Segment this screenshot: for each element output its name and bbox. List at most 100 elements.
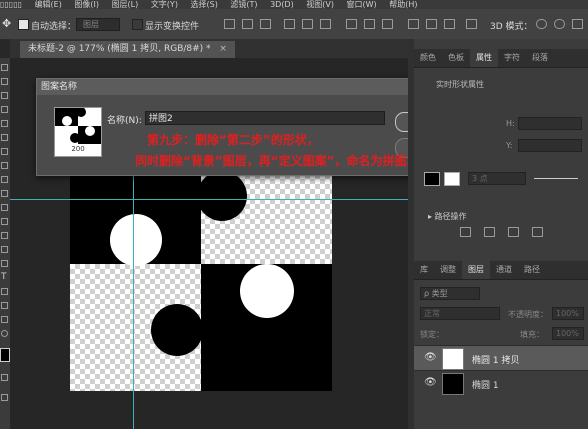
tab-color[interactable]: 颜色 <box>414 49 442 67</box>
gradient-tool-icon[interactable] <box>1 218 8 225</box>
pattern-name-label: 名称(N): <box>107 116 142 126</box>
subtract-shape-icon[interactable] <box>484 227 495 237</box>
dodge-tool-icon[interactable] <box>1 246 8 253</box>
foreground-color-swatch[interactable] <box>0 348 10 362</box>
tab-layers[interactable]: 图层 <box>462 261 490 279</box>
type-tool-icon[interactable]: T <box>1 273 8 282</box>
tab-libraries[interactable]: 库 <box>414 261 434 279</box>
fill-field[interactable]: 100% <box>552 327 584 340</box>
magic-wand-tool-icon[interactable] <box>1 106 8 113</box>
shape-tool-icon[interactable] <box>1 302 8 309</box>
show-transform-checkbox[interactable] <box>132 19 143 30</box>
layer-row[interactable]: 👁 椭圆 1 <box>414 370 588 395</box>
stroke-swatch[interactable] <box>444 172 460 186</box>
align-left-icon[interactable] <box>284 19 295 29</box>
distribute-bottom-icon[interactable] <box>382 19 393 29</box>
pen-tool-icon[interactable] <box>1 260 8 267</box>
marquee-tool-icon[interactable] <box>1 78 8 85</box>
crop-tool-icon[interactable] <box>1 120 8 127</box>
menu-item-help[interactable]: 帮助(H) <box>389 0 417 9</box>
pattern-preview: 200 <box>54 107 102 157</box>
distribute-hcenter-icon[interactable] <box>426 19 437 29</box>
distribute-right-icon[interactable] <box>444 19 455 29</box>
eraser-tool-icon[interactable] <box>1 204 8 211</box>
tab-properties[interactable]: 属性 <box>470 49 498 67</box>
3d-mode-label: 3D 模式： <box>490 22 533 32</box>
align-hcenter-icon[interactable] <box>302 19 313 29</box>
close-icon[interactable]: × <box>219 44 227 54</box>
y-field[interactable] <box>518 139 582 152</box>
layer-name[interactable]: 椭圆 1 <box>472 378 499 391</box>
distribute-vcenter-icon[interactable] <box>364 19 375 29</box>
opacity-field[interactable]: 100% <box>552 307 584 320</box>
auto-select-checkbox[interactable] <box>18 19 29 30</box>
hand-tool-icon[interactable] <box>1 316 8 323</box>
menu-item-view[interactable]: 视图(V) <box>306 0 334 9</box>
vertical-guide[interactable] <box>133 174 134 429</box>
pattern-preview-image <box>55 108 101 144</box>
menu-item-image[interactable]: 图像(I) <box>74 0 99 9</box>
eye-icon[interactable]: 👁 <box>424 352 437 363</box>
menu-item-edit[interactable]: 编辑(E) <box>35 0 62 9</box>
horizontal-guide[interactable] <box>10 199 408 200</box>
document-tab[interactable]: 未标题-2 @ 177% (椭圆 1 拷贝, RGB/8#) * × <box>20 41 235 58</box>
menu-item-file[interactable]: ▯▯▯▯▯ <box>0 0 22 9</box>
screen-mode-icon[interactable] <box>1 394 8 401</box>
quick-mask-icon[interactable] <box>1 374 8 381</box>
pattern-size-label: 200 <box>71 145 85 153</box>
layer-name[interactable]: 椭圆 1 拷贝 <box>472 353 519 366</box>
instruction-line-2: 同时删除“背景”图层，再“定义图案”，命名为拼图2 <box>135 154 415 168</box>
intersect-shapes-icon[interactable] <box>508 227 519 237</box>
path-operations-text: 路径操作 <box>434 212 467 221</box>
menu-item-type[interactable]: 文字(Y) <box>151 0 178 9</box>
layer-row-selected[interactable]: 👁 椭圆 1 拷贝 <box>414 345 588 370</box>
history-brush-tool-icon[interactable] <box>1 190 8 197</box>
align-top-icon[interactable] <box>224 19 235 29</box>
lock-label: 锁定： <box>420 330 444 339</box>
blend-mode-dropdown[interactable]: 正常 <box>420 307 500 320</box>
3d-pan-icon[interactable] <box>572 19 583 29</box>
lasso-tool-icon[interactable] <box>1 92 8 99</box>
tab-character[interactable]: 字符 <box>498 49 526 67</box>
distribute-top-icon[interactable] <box>346 19 357 29</box>
healing-brush-tool-icon[interactable] <box>1 148 8 155</box>
eye-icon[interactable]: 👁 <box>424 377 437 388</box>
menu-item-select[interactable]: 选择(S) <box>191 0 218 9</box>
menu-item-filter[interactable]: 滤镜(T) <box>230 0 257 9</box>
h-field[interactable] <box>518 117 582 130</box>
stroke-size-field[interactable]: 3 点 <box>468 172 526 185</box>
menu-item-layer[interactable]: 图层(L) <box>112 0 139 9</box>
blur-tool-icon[interactable] <box>1 232 8 239</box>
right-panels: 颜色 色板 属性 字符 段落 实时形状属性 H: Y: 3 点 ▸ 路径操作 库调整 图层… <box>414 39 588 429</box>
pattern-name-input[interactable]: 拼图2 <box>145 111 385 125</box>
menu-item-3d[interactable]: 3D(D) <box>270 0 294 9</box>
tab-paragraph[interactable]: 段落 <box>526 49 554 67</box>
clone-stamp-tool-icon[interactable] <box>1 176 8 183</box>
layer-filter-dropdown[interactable]: ρ 类型 <box>420 287 480 300</box>
align-vcenter-icon[interactable] <box>242 19 253 29</box>
3d-rotate-icon[interactable] <box>536 19 547 29</box>
fill-swatch[interactable] <box>424 172 440 186</box>
auto-align-icon[interactable] <box>466 19 477 29</box>
auto-select-dropdown[interactable]: 图层 <box>76 18 120 31</box>
eyedropper-tool-icon[interactable] <box>1 134 8 141</box>
opacity-label: 不透明度： <box>508 310 548 319</box>
tab-adjustments[interactable]: 调整 <box>434 261 462 279</box>
tab-paths[interactable]: 路径 <box>518 261 546 279</box>
combine-shapes-icon[interactable] <box>460 227 471 237</box>
tab-swatches[interactable]: 色板 <box>442 49 470 67</box>
3d-roll-icon[interactable] <box>554 19 565 29</box>
zoom-tool-icon[interactable] <box>1 330 8 337</box>
exclude-overlap-icon[interactable] <box>532 227 543 237</box>
path-selection-tool-icon[interactable] <box>1 288 8 295</box>
tab-channels[interactable]: 通道 <box>490 261 518 279</box>
distribute-left-icon[interactable] <box>408 19 419 29</box>
align-right-icon[interactable] <box>320 19 331 29</box>
stroke-type-dropdown[interactable] <box>534 178 578 179</box>
brush-tool-icon[interactable] <box>1 162 8 169</box>
move-tool-icon[interactable]: ✥ <box>2 18 16 30</box>
move-tool-icon[interactable] <box>1 64 8 71</box>
align-bottom-icon[interactable] <box>260 19 271 29</box>
menu-item-window[interactable]: 窗口(W) <box>347 0 377 9</box>
document-canvas[interactable] <box>70 174 332 391</box>
